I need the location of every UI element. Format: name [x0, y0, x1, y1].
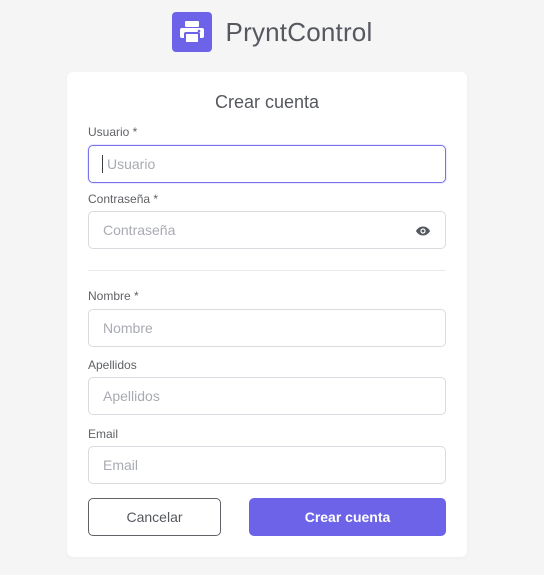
- create-account-card: Crear cuenta Usuario * Usuario Contraseñ…: [67, 72, 467, 557]
- create-account-button[interactable]: Crear cuenta: [249, 498, 446, 536]
- printer-icon: [171, 12, 212, 52]
- contrasena-label: Contraseña *: [88, 192, 159, 206]
- eye-icon[interactable]: [415, 223, 431, 239]
- email-placeholder: Email: [103, 457, 139, 473]
- email-input[interactable]: Email: [88, 446, 446, 484]
- text-caret: [102, 155, 103, 173]
- apellidos-input[interactable]: Apellidos: [88, 377, 446, 415]
- brand-header: PryntControl: [0, 12, 544, 52]
- apellidos-placeholder: Apellidos: [103, 388, 160, 404]
- form-title: Crear cuenta: [214, 92, 320, 112]
- nombre-label: Nombre *: [88, 289, 139, 303]
- usuario-input[interactable]: Usuario: [88, 145, 446, 183]
- app-title: PryntControl: [225, 16, 373, 47]
- nombre-placeholder: Nombre: [103, 320, 153, 336]
- cancel-button[interactable]: Cancelar: [88, 498, 221, 536]
- nombre-input[interactable]: Nombre: [88, 309, 446, 347]
- usuario-placeholder: Usuario: [107, 156, 156, 172]
- usuario-label: Usuario *: [88, 125, 138, 139]
- apellidos-label: Apellidos: [88, 358, 137, 372]
- contrasena-placeholder: Contraseña: [103, 222, 176, 238]
- section-divider: [88, 270, 446, 271]
- email-label: Email: [88, 427, 119, 441]
- contrasena-input[interactable]: Contraseña: [88, 211, 446, 249]
